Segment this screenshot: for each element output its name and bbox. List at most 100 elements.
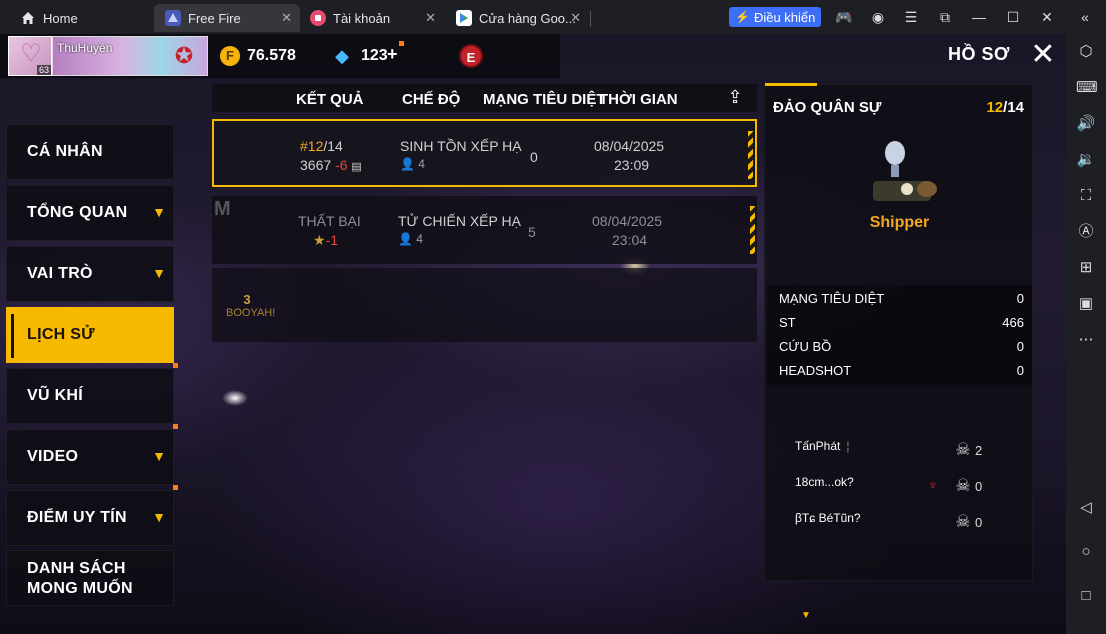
settings-hex-icon[interactable]: ⬡ [1076,42,1096,62]
nav-video[interactable]: VIDEO ▼ [6,424,178,485]
close-window-icon[interactable]: ✕ [1039,9,1055,25]
players-count: 4 [416,232,423,246]
player-name: ThuHuyền [57,41,113,55]
match-row[interactable]: #12/14 3667 -6 ▤ SINH TỒN XẾP HẠ 👤 4 0 0… [212,119,757,187]
stats-table: MẠNG TIÊU DIỆT 0 ST 466 CỨU BỒ 0 HEADSHOT 0 [767,285,1032,385]
match-row[interactable] [212,268,757,342]
nav-label: TỔNG QUAN [27,204,128,221]
stat-value: 0 [1016,339,1024,354]
tab-home[interactable]: Home [10,4,150,32]
person-icon: 👤 [400,157,415,171]
tab-home-label: Home [43,10,78,26]
close-tab-icon[interactable]: ✕ [281,10,292,26]
character-name: Shipper [869,214,930,231]
share-icon[interactable]: ⇪ [722,86,748,108]
avatar[interactable]: ♡ 63 [8,36,52,76]
match-date: 08/04/2025 [592,213,663,229]
nav-reputation[interactable]: ĐIỂM UY TÍN ▼ [6,485,178,546]
gamepad-icon[interactable]: 🎮 [835,9,852,25]
teammate-row[interactable]: TấnPhát ¦ ☠ 2 [795,439,1015,463]
map-rank: 12/14 [986,99,1024,116]
score-icon: ▤ [351,161,362,173]
defeat-mark-icon: M [214,198,231,220]
nav-label: CÁ NHÂN [27,143,103,160]
chevron-down-icon: ▼ [152,448,166,464]
match-result: THẤT BẠI [298,213,361,229]
back-icon[interactable]: ◁ [1076,498,1096,518]
match-row[interactable]: M THẤT BẠI ★-1 TỬ CHIẾN XẾP HẠ 👤 4 5 08/… [212,196,757,264]
profile-bar: ♡ 63 ThuHuyền ✪ F 76.578 ◆ 123 + E [0,34,560,78]
match-mode: SINH TỒN XẾP HẠ [400,138,522,154]
menu-icon[interactable]: ☰ [903,9,919,25]
browser-tab-bar: Home Free Fire ✕ Tài khoản ✕ Cửa hàng Go… [0,0,1106,34]
control-button-label: Điều khiển [753,9,816,25]
diamond-amount: 123 [361,47,388,64]
skull-icon: ☠ [955,476,971,495]
add-diamond-button[interactable]: + [387,44,398,65]
close-icon[interactable]: ✕ [1030,40,1056,70]
star-delta: -1 [325,232,339,248]
stat-label: MẠNG TIÊU DIỆT [779,291,885,306]
elite-pass-icon[interactable]: E [459,44,483,68]
close-tab-icon[interactable]: ✕ [570,10,581,26]
stat-value: 0 [1016,363,1024,378]
more-icon[interactable]: ⋯ [1076,330,1096,350]
teammate-name: βTɕ BéTũn? [795,511,861,525]
volume-down-icon[interactable]: 🔉 [1076,150,1096,170]
chevron-down-icon[interactable]: ▼ [799,611,813,621]
tab-free-fire[interactable]: Free Fire ✕ [154,4,300,32]
tab-separator [590,11,591,27]
volume-up-icon[interactable]: 🔊 [1076,114,1096,134]
skull-icon: ☠ [955,512,971,531]
emulator-sidebar: ⬡ ⌨ 🔊 🔉 ⛶ Ⓐ ⊞ ▣ ⋯ ◁ ○ □ [1066,34,1106,634]
multi-instance-icon[interactable]: ⊞ [1076,258,1096,278]
recents-icon[interactable]: □ [1076,586,1096,606]
stat-row: HEADSHOT 0 [779,363,1024,383]
home-circle-icon[interactable]: ○ [1076,542,1096,562]
game-viewport: ♡ 63 ThuHuyền ✪ F 76.578 ◆ 123 + E HỒ SƠ… [0,34,1066,634]
apk-icon[interactable]: ▣ [1076,294,1096,314]
teammate-row[interactable]: 18cm...ok? ♆ ☠ 0 [795,475,1015,499]
gold-amount: 76.578 [247,47,296,64]
nav-label: ĐIỂM UY TÍN [27,509,127,526]
teammate-row[interactable]: βTɕ BéTũn? ☠ 0 [795,511,1015,535]
teammate-name: TấnPhát [795,439,841,453]
tab-play-store[interactable]: Cửa hàng Goo... ✕ [447,4,591,32]
skull-icon: ☠ [955,440,971,459]
auto-icon[interactable]: Ⓐ [1076,222,1096,242]
character-image [873,141,937,201]
nav-wishlist[interactable]: DANH SÁCH MONG MUỐN [6,550,174,606]
nav-weapons[interactable]: VŨ KHÍ [6,363,178,424]
match-stars: ★-1 [313,232,338,249]
nav-role[interactable]: VAI TRÒ ▼ [6,246,174,302]
rank-value: 12 [986,99,1004,116]
tab-play-store-label: Cửa hàng Goo... [479,10,576,26]
match-score: 3667 -6 ▤ [300,157,362,173]
tab-free-fire-label: Free Fire [188,10,241,26]
screenshot-icon[interactable]: ⛶ [1076,186,1096,206]
nav-label: VIDEO [27,448,79,465]
keyboard-icon[interactable]: ⌨ [1076,78,1098,98]
close-tab-icon[interactable]: ✕ [425,10,436,26]
nav-history[interactable]: LỊCH SỬ [6,307,174,363]
page-title: HỒ SƠ [948,44,1010,64]
rank-value: #12 [300,138,324,154]
profile-banner[interactable]: ThuHuyền ✪ [52,36,208,76]
stat-row: MẠNG TIÊU DIỆT 0 [779,291,1024,311]
booyah-label: BOOYAH! [226,307,276,319]
nav-overview[interactable]: TỔNG QUAN ▼ [6,185,174,241]
nav-personal[interactable]: CÁ NHÂN [6,124,174,180]
hazard-stripe [750,206,755,254]
collapse-sidebar-icon[interactable]: « [1077,9,1093,25]
notification-dot [173,363,178,368]
maximize-icon[interactable]: ☐ [1005,9,1021,25]
user-icon[interactable]: ◉ [870,9,886,25]
minimize-icon[interactable]: — [971,9,987,25]
window-arrange-icon[interactable]: ⧉ [937,9,953,25]
header-result: KẾT QUẢ [296,91,364,108]
match-list-header: KẾT QUẢ CHẾ ĐỘ MẠNG TIÊU DIỆT THỜI GIAN [212,84,757,112]
tab-account[interactable]: Tài khoản ✕ [302,4,444,32]
person-icon: 👤 [398,232,413,246]
control-button[interactable]: ⚡ Điều khiển [729,7,821,27]
stat-value: 0 [1016,291,1024,306]
